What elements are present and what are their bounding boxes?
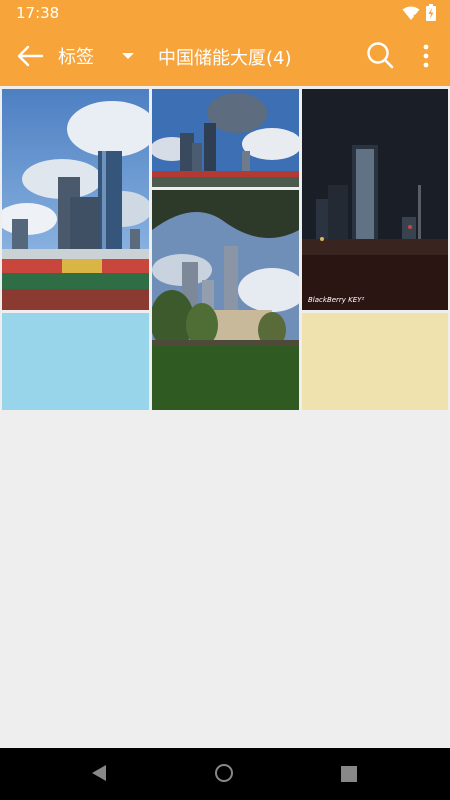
navigation-bar	[0, 748, 450, 800]
photo-tile[interactable]	[2, 89, 149, 310]
app-bar: 标签 中国储能大厦(4)	[0, 26, 450, 86]
back-triangle-icon[interactable]	[90, 764, 108, 782]
photo-stadium-skyscrapers	[2, 89, 149, 310]
dropdown-arrow-icon	[122, 53, 134, 59]
search-button[interactable]	[366, 41, 394, 69]
wifi-icon	[402, 6, 420, 21]
arrow-back-icon	[17, 45, 44, 67]
placeholder-tile[interactable]	[2, 313, 149, 410]
photo-tile[interactable]	[152, 190, 299, 410]
photo-skyscrapers-park	[152, 190, 299, 410]
camera-watermark: BlackBerry KEY²	[308, 296, 365, 304]
spinner-label: 标签	[58, 47, 94, 68]
photo-skyscrapers-clouds	[152, 89, 299, 187]
battery-charging-icon	[426, 4, 436, 21]
search-icon	[367, 42, 394, 69]
status-time: 17:38	[16, 4, 60, 22]
label-spinner[interactable]: 标签	[58, 40, 138, 72]
back-button[interactable]	[14, 40, 46, 72]
home-circle-icon[interactable]	[214, 763, 234, 783]
status-icons	[402, 4, 436, 21]
page-title: 中国储能大厦(4)	[158, 48, 292, 69]
status-bar: 17:38	[0, 0, 450, 26]
photo-tile[interactable]: BlackBerry KEY²	[302, 89, 448, 310]
more-vert-icon	[423, 44, 429, 68]
photo-tile[interactable]	[152, 89, 299, 187]
overflow-menu-button[interactable]	[418, 41, 434, 71]
placeholder-tile[interactable]	[302, 313, 448, 410]
photo-skyscraper-night	[302, 89, 448, 310]
recents-square-icon[interactable]	[341, 766, 357, 782]
